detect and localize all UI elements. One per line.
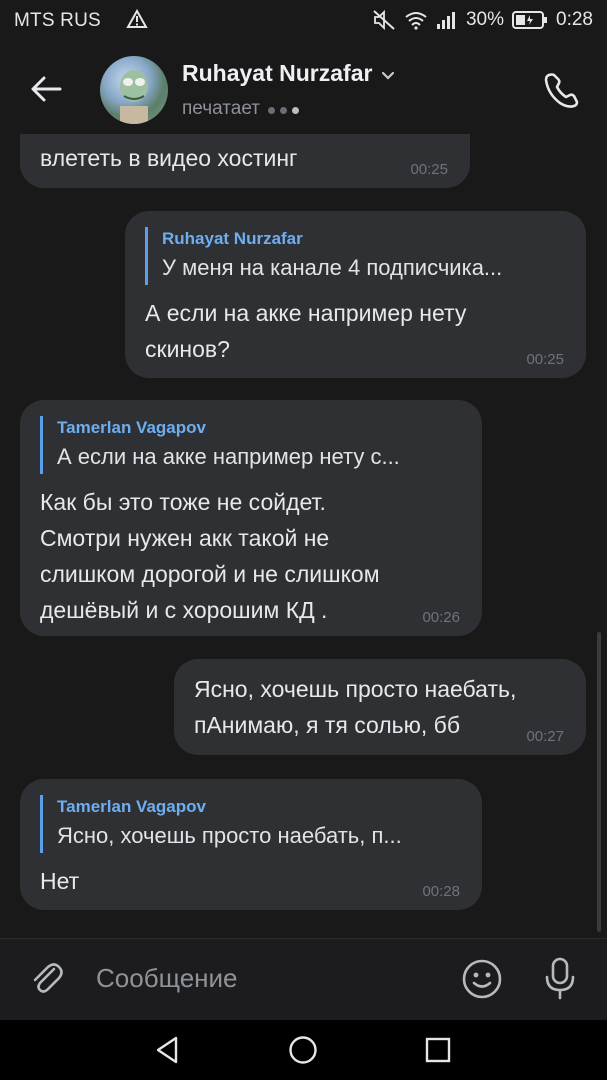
reply-author: Tamerlan Vagapov (57, 797, 206, 816)
reply-text: Ясно, хочешь просто наебать, п... (57, 823, 402, 848)
avatar[interactable] (100, 56, 168, 124)
typing-dots-icon (267, 98, 304, 120)
message-text-line: Нет (40, 868, 80, 894)
message-time: 00:25 (410, 161, 448, 178)
scrollbar[interactable] (597, 632, 601, 932)
message-bubble-incoming[interactable]: влететь в видео хостинг 00:25 (20, 134, 470, 188)
reply-quote[interactable]: Ruhayat Nurzafar У меня на канале 4 подп… (145, 227, 566, 285)
message-bubble-outgoing[interactable]: Ясно, хочешь просто наебать, пАнимаю, я … (174, 659, 586, 755)
chat-header: Ruhayat Nurzafar печатает (0, 42, 607, 134)
message-text-line: А если на акке например нету (145, 300, 467, 326)
typing-status: печатает (182, 98, 304, 120)
message-time: 00:27 (526, 728, 564, 745)
signal-icon (436, 10, 458, 30)
reply-text: А если на акке например нету с... (57, 444, 400, 469)
nav-home-icon[interactable] (287, 1034, 319, 1066)
warning-icon (126, 8, 148, 35)
message-composer: Сообщение (0, 938, 607, 1021)
message-text-line: пАнимаю, я тя солью, бб (194, 712, 461, 738)
mute-icon (372, 9, 396, 31)
message-list[interactable]: влететь в видео хостинг 00:25 Ruhayat Nu… (0, 134, 607, 938)
reply-author: Tamerlan Vagapov (57, 418, 206, 437)
carrier-label: MTS RUS (14, 10, 101, 31)
smile-icon[interactable] (460, 957, 504, 1001)
message-time: 00:25 (526, 351, 564, 368)
reply-text: У меня на канале 4 подписчика... (162, 255, 503, 280)
message-time: 00:26 (422, 609, 460, 626)
contact-name-label: Ruhayat Nurzafar (182, 60, 373, 86)
message-bubble-outgoing[interactable]: Ruhayat Nurzafar У меня на канале 4 подп… (125, 211, 586, 378)
contact-name[interactable]: Ruhayat Nurzafar (182, 60, 396, 87)
message-text-line: Смотри нужен акк такой не (40, 525, 330, 551)
message-text: влететь в видео хостинг (40, 145, 298, 171)
message-text-line: дешёвый и с хорошим КД . (40, 597, 328, 623)
message-bubble-incoming[interactable]: Tamerlan Vagapov Ясно, хочешь просто нае… (20, 779, 482, 910)
message-bubble-incoming[interactable]: Tamerlan Vagapov А если на акке например… (20, 400, 482, 636)
message-text-line: Как бы это тоже не сойдет. (40, 489, 326, 515)
arrow-left-icon[interactable] (24, 66, 70, 112)
reply-quote[interactable]: Tamerlan Vagapov А если на акке например… (40, 416, 462, 474)
reply-quote[interactable]: Tamerlan Vagapov Ясно, хочешь просто нае… (40, 795, 462, 853)
message-time: 00:28 (422, 883, 460, 900)
battery-percent: 30% (465, 9, 505, 30)
nav-recents-icon[interactable] (422, 1034, 454, 1066)
message-input[interactable]: Сообщение (96, 963, 238, 994)
message-text-line: Ясно, хочешь просто наебать, (194, 676, 517, 702)
wifi-icon (404, 10, 428, 30)
battery-icon (512, 10, 548, 30)
status-bar: MTS RUS 30% 0:28 (0, 0, 607, 42)
reply-author: Ruhayat Nurzafar (162, 229, 303, 248)
message-text-line: слишком дорогой и не слишком (40, 561, 380, 587)
chevron-down-icon[interactable] (380, 60, 396, 87)
typing-label: печатает (182, 98, 260, 119)
phone-icon[interactable] (540, 68, 584, 112)
nav-back-icon[interactable] (152, 1034, 184, 1066)
paperclip-icon[interactable] (26, 957, 68, 999)
system-nav-bar (0, 1020, 607, 1080)
clock: 0:28 (556, 9, 593, 30)
message-text-line: скинов? (145, 336, 230, 362)
microphone-icon[interactable] (540, 955, 580, 1003)
